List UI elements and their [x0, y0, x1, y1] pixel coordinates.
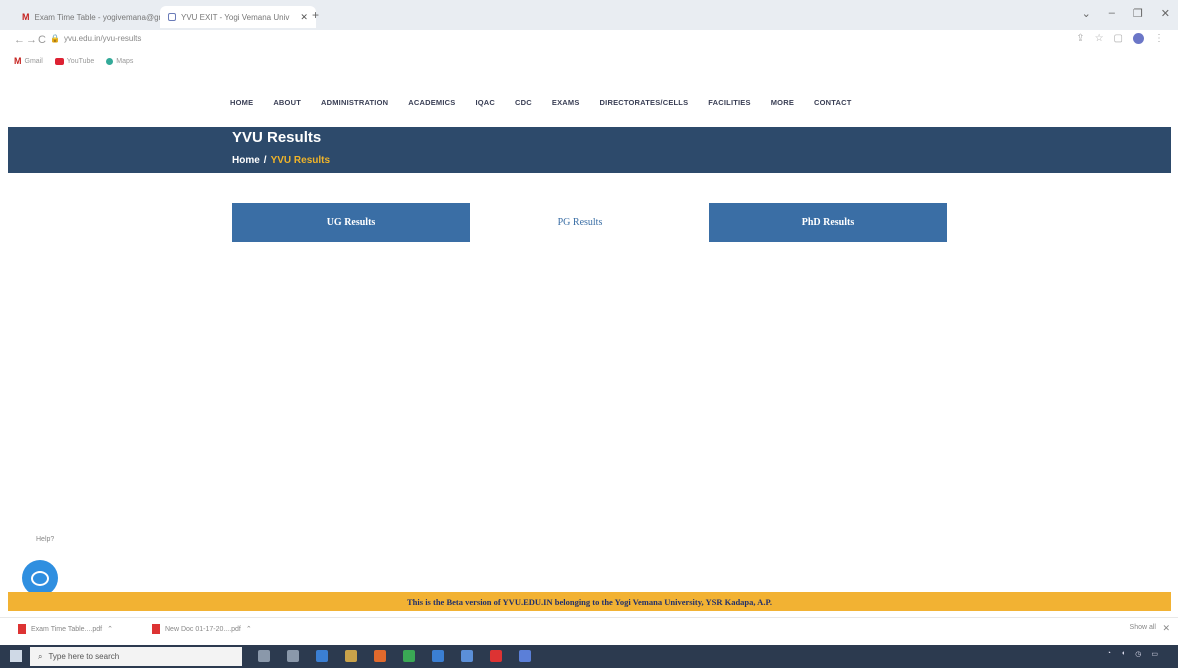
mail-icon[interactable]	[461, 650, 473, 662]
close-icon[interactable]: ✕	[1162, 623, 1170, 634]
page-title: YVU Results	[232, 129, 322, 146]
volume-icon[interactable]: ◖	[1121, 650, 1125, 658]
phd-results-button[interactable]: PhD Results	[709, 203, 947, 242]
maps-icon	[106, 57, 114, 65]
close-window-icon[interactable]: ✕	[1161, 7, 1170, 20]
window-controls: ⌄ – ❐ ✕	[1082, 7, 1170, 20]
sidebar-icon[interactable]: ▢	[1114, 33, 1123, 44]
chat-button[interactable]	[22, 560, 58, 596]
nav-about[interactable]: ABOUT	[273, 98, 301, 107]
breadcrumb-current: YVU Results	[270, 155, 331, 166]
tab-label: Exam Time Table - yogivemana@gm	[34, 12, 166, 22]
youtube-icon	[54, 57, 64, 65]
pg-results-button[interactable]: PG Results	[480, 203, 680, 242]
chevron-down-icon[interactable]: ⌄	[1082, 7, 1091, 20]
star-icon[interactable]: ☆	[1095, 33, 1104, 44]
search-placeholder: Type here to search	[48, 652, 120, 661]
minimize-icon[interactable]: –	[1109, 7, 1115, 20]
show-all-downloads[interactable]: Show all	[1130, 624, 1156, 631]
chat-bubble-icon	[31, 570, 49, 586]
cortana-icon[interactable]	[258, 650, 270, 662]
site-navigation: HOME ABOUT ADMINISTRATION ACADEMICS IQAC…	[230, 98, 872, 107]
breadcrumb: Home / YVU Results	[232, 155, 330, 166]
nav-academics[interactable]: ACADEMICS	[408, 98, 455, 107]
pdf-reader-icon[interactable]	[490, 650, 502, 662]
address-bar	[0, 30, 1178, 54]
download-item[interactable]: Exam Time Table....pdf ⌃	[18, 624, 113, 634]
windows-start-icon[interactable]	[10, 650, 22, 662]
back-icon[interactable]: ←	[14, 34, 25, 46]
nav-more[interactable]: MORE	[771, 98, 794, 107]
chevron-up-icon[interactable]: ⌃	[246, 625, 252, 633]
search-icon: ⌕	[38, 651, 43, 661]
download-filename: Exam Time Table....pdf	[31, 625, 103, 633]
task-view-icon[interactable]	[287, 650, 299, 662]
gmail-icon: M	[14, 56, 22, 66]
breadcrumb-separator: /	[263, 155, 267, 166]
bookmarks-bar: M Gmail YouTube Maps	[14, 54, 133, 68]
tab-label: YVU EXIT - Yogi Vemana Univ	[181, 12, 290, 22]
nav-home[interactable]: HOME	[230, 98, 253, 107]
help-label: Help?	[36, 536, 55, 543]
forward-icon[interactable]: →	[26, 34, 37, 46]
notification-icon[interactable]: ▭	[1151, 650, 1158, 658]
bookmark-label: Gmail	[24, 57, 43, 65]
app-icon[interactable]	[519, 650, 531, 662]
gmail-icon: M	[22, 12, 30, 22]
network-icon[interactable]: ◔	[1107, 650, 1111, 658]
taskbar-apps	[258, 650, 531, 662]
edge-icon[interactable]	[316, 650, 328, 662]
bookmark-gmail[interactable]: M Gmail	[14, 56, 43, 66]
url-text: yvu.edu.in/yvu-results	[63, 34, 142, 43]
url-field[interactable]: 🔒 yvu.edu.in/yvu-results	[50, 34, 141, 43]
site-icon	[168, 13, 176, 21]
pdf-icon	[18, 624, 26, 634]
word-icon[interactable]	[432, 650, 444, 662]
nav-directorates-cells[interactable]: DIRECTORATES/CELLS	[600, 98, 689, 107]
new-tab-icon[interactable]: +	[312, 8, 319, 22]
profile-avatar[interactable]	[1133, 33, 1144, 44]
ug-results-button[interactable]: UG Results	[232, 203, 470, 242]
taskbar-search[interactable]: ⌕ Type here to search	[30, 647, 242, 666]
close-icon[interactable]: ✕	[300, 12, 308, 23]
lock-icon: 🔒	[50, 34, 60, 43]
download-filename: New Doc 01-17-20....pdf	[165, 625, 241, 633]
clock-icon[interactable]: ◷	[1135, 650, 1141, 658]
nav-administration[interactable]: ADMINISTRATION	[321, 98, 388, 107]
chevron-up-icon[interactable]: ⌃	[107, 625, 113, 633]
firefox-icon[interactable]	[374, 650, 386, 662]
beta-banner: This is the Beta version of YVU.EDU.IN b…	[8, 592, 1171, 611]
bookmark-label: YouTube	[66, 57, 95, 65]
page-header-band	[8, 127, 1171, 173]
share-icon[interactable]: ⇪	[1076, 33, 1084, 44]
system-tray: ◔ ◖ ◷ ▭	[1107, 650, 1158, 658]
file-explorer-icon[interactable]	[345, 650, 357, 662]
nav-exams[interactable]: EXAMS	[552, 98, 580, 107]
browser-actions: ⇪ ☆ ▢ ⋮	[1076, 33, 1164, 44]
nav-iqac[interactable]: IQAC	[475, 98, 495, 107]
chrome-icon[interactable]	[403, 650, 415, 662]
download-item[interactable]: New Doc 01-17-20....pdf ⌃	[152, 624, 252, 634]
restore-icon[interactable]: ❐	[1133, 7, 1143, 20]
nav-facilities[interactable]: FACILITIES	[708, 98, 750, 107]
tab-yvu[interactable]: YVU EXIT - Yogi Vemana Univ ✕	[160, 6, 316, 28]
nav-contact[interactable]: CONTACT	[814, 98, 852, 107]
bookmark-maps[interactable]: Maps	[106, 57, 134, 65]
bookmark-youtube[interactable]: YouTube	[54, 57, 95, 65]
nav-cdc[interactable]: CDC	[515, 98, 532, 107]
menu-icon[interactable]: ⋮	[1154, 33, 1164, 44]
pdf-icon	[152, 624, 160, 634]
bookmark-label: Maps	[116, 57, 134, 65]
reload-icon[interactable]: C	[38, 34, 46, 46]
breadcrumb-home[interactable]: Home	[232, 155, 260, 166]
